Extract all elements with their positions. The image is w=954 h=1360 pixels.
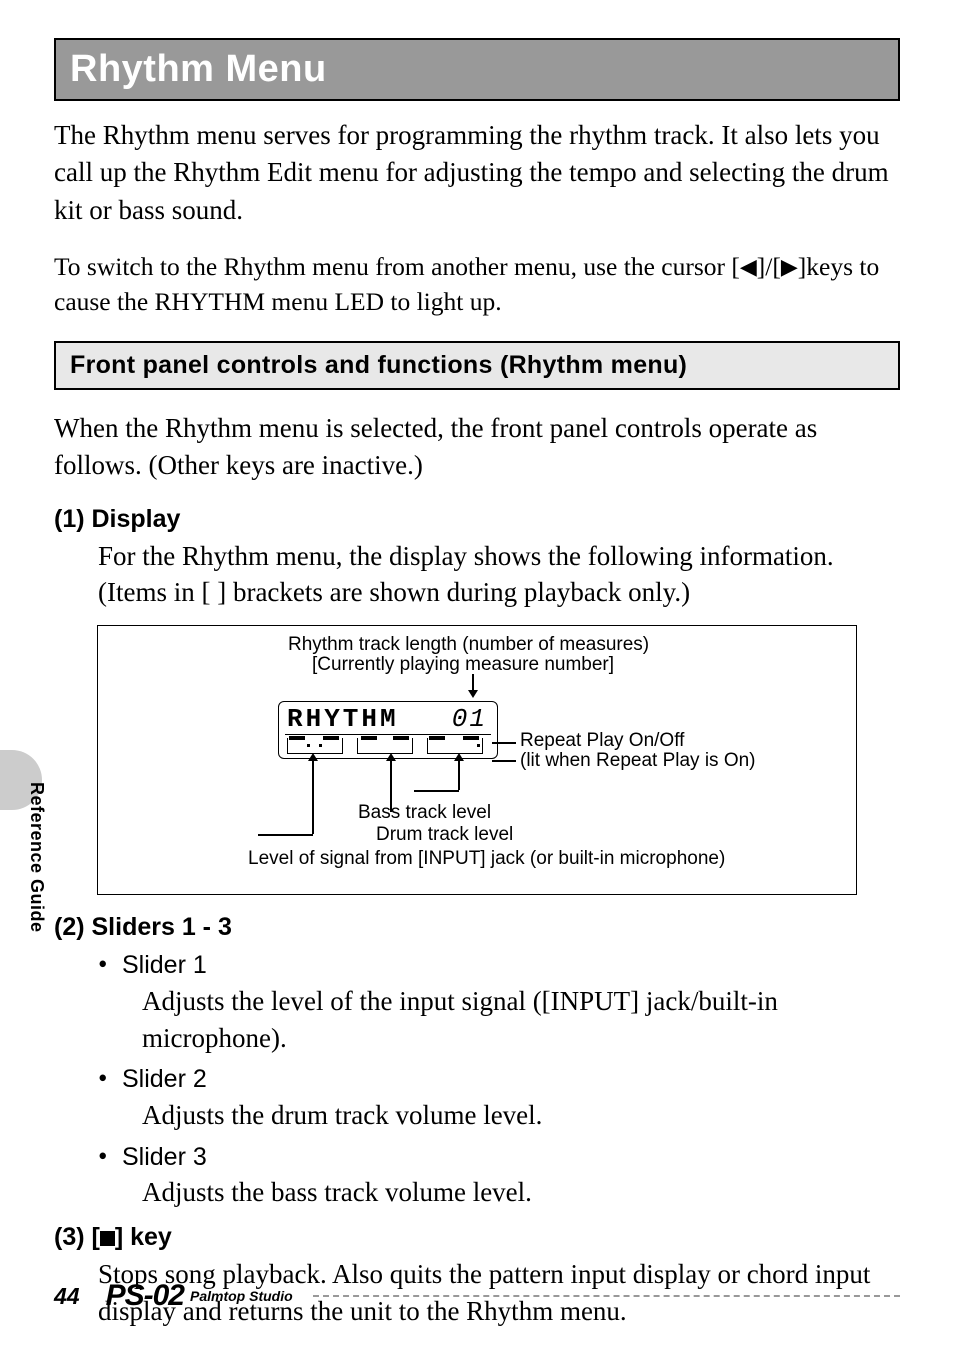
intro-paragraph-2: To switch to the Rhythm menu from anothe… <box>54 249 900 319</box>
stop-icon <box>100 1231 115 1246</box>
slider-2-desc: Adjusts the drum track volume level. <box>142 1097 900 1134</box>
item-2-head: (2) Sliders 1 - 3 <box>54 913 900 942</box>
item-1-body: For the Rhythm menu, the display shows t… <box>98 538 900 611</box>
arrow-up-icon <box>454 753 464 761</box>
arrow-line <box>312 760 314 834</box>
section-heading-box: Front panel controls and functions (Rhyt… <box>54 341 900 390</box>
intro-paragraph-1: The Rhythm menu serves for programming t… <box>54 117 900 229</box>
arrow-line <box>492 742 516 744</box>
bullet-icon: • <box>98 946 122 983</box>
slider-3-desc: Adjusts the bass track volume level. <box>142 1174 900 1211</box>
slider-1-row: •Slider 1 <box>98 946 900 983</box>
arrow-line <box>390 760 392 812</box>
diagram-right-label-2: (lit when Repeat Play is On) <box>520 750 756 773</box>
lcd-dot <box>319 744 322 747</box>
footer-dashes <box>313 1295 900 1297</box>
lcd-tick <box>361 736 377 740</box>
diagram-drum-label: Drum track level <box>376 824 513 847</box>
cursor-right-icon: ▶ <box>781 254 798 279</box>
lcd-tick <box>289 736 305 740</box>
lcd-main-text: RHYTHM <box>287 704 399 734</box>
product-logo: PS-02 <box>106 1279 184 1313</box>
lcd-tick <box>429 736 445 740</box>
cursor-left-icon: ◀ <box>740 254 757 279</box>
lcd-level-1 <box>287 738 343 754</box>
diagram-top-label-2: [Currently playing measure number] <box>312 654 614 677</box>
item-1-head: (1) Display <box>54 505 900 534</box>
item-3-head-suffix: ] key <box>115 1223 172 1251</box>
arrow-down-icon <box>468 690 478 698</box>
footer: 44 PS-02 Palmtop Studio <box>54 1276 900 1316</box>
intro2-a: To switch to the Rhythm menu from anothe… <box>54 252 740 281</box>
arrow-up-icon <box>308 753 318 761</box>
item-3-head-prefix: (3) [ <box>54 1223 100 1251</box>
bullet-icon: • <box>98 1060 122 1097</box>
lcd-tick <box>463 736 479 740</box>
slider-2-name: Slider 2 <box>122 1065 207 1093</box>
lcd-number: 01 <box>452 704 487 734</box>
side-tab: Reference Guide <box>0 750 50 1040</box>
bullet-icon: • <box>98 1138 122 1175</box>
lcd-level-3 <box>427 738 483 754</box>
display-diagram: Rhythm track length (number of measures)… <box>97 625 857 895</box>
page-title: Rhythm Menu <box>70 48 327 90</box>
item-sliders: (2) Sliders 1 - 3 •Slider 1 Adjusts the … <box>54 913 900 1211</box>
arrow-line <box>258 834 313 836</box>
item-display: (1) Display For the Rhythm menu, the dis… <box>54 505 900 611</box>
lcd-tick <box>393 736 409 740</box>
section-intro: When the Rhythm menu is selected, the fr… <box>54 410 900 485</box>
arrow-line <box>414 790 459 792</box>
arrow-line <box>458 760 460 790</box>
product-logo-sub: Palmtop Studio <box>190 1288 293 1304</box>
title-bar: Rhythm Menu <box>54 38 900 101</box>
lcd-dot <box>477 744 480 747</box>
slider-1-desc: Adjusts the level of the input signal ([… <box>142 983 900 1056</box>
lcd-level-2 <box>357 738 413 754</box>
slider-1-name: Slider 1 <box>122 951 207 979</box>
item-3-head: (3) [ ] key <box>54 1223 900 1252</box>
slider-3-name: Slider 3 <box>122 1143 207 1171</box>
slider-2-row: •Slider 2 <box>98 1060 900 1097</box>
lcd-display: RHYTHM 01 <box>278 701 498 759</box>
arrow-up-icon <box>386 753 396 761</box>
page-number: 44 <box>54 1283 80 1310</box>
side-tab-text: Reference Guide <box>26 782 47 933</box>
diagram-input-label: Level of signal from [INPUT] jack (or bu… <box>248 848 725 871</box>
lcd-tick <box>323 736 339 740</box>
lcd-divider <box>285 734 491 735</box>
diagram-bass-label: Bass track level <box>358 802 491 825</box>
section-heading: Front panel controls and functions (Rhyt… <box>70 351 687 379</box>
intro2-b: ]/[ <box>757 252 781 281</box>
slider-3-row: •Slider 3 <box>98 1138 900 1175</box>
lcd-dot <box>307 744 310 747</box>
arrow-line <box>492 760 516 762</box>
